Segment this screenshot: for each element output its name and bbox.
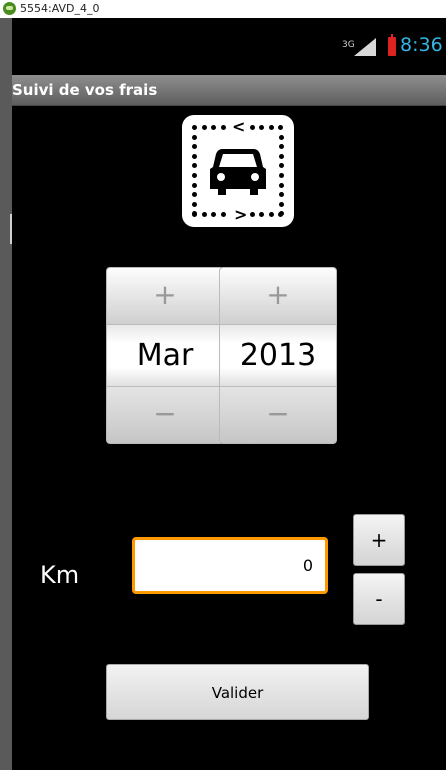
border-dot (279, 144, 284, 150)
window-titlebar: 5554:AVD_4_0 (0, 0, 446, 18)
border-dot (279, 134, 284, 140)
device: 3G 8:36 Suivi de vos frais < > + Mar − +… (0, 18, 446, 770)
device-screen: 3G 8:36 Suivi de vos frais < > + Mar − +… (12, 18, 446, 770)
border-dot (249, 125, 255, 130)
km-increment-button[interactable]: + (353, 514, 405, 566)
border-dot (259, 212, 265, 217)
month-increment-button[interactable]: + (106, 267, 224, 325)
border-dot (268, 212, 274, 217)
border-dot (192, 163, 197, 169)
border-dot (192, 134, 197, 140)
emulator-window: 5554:AVD_4_0 3G 8:36 Suivi de vos frais … (0, 0, 446, 770)
minus-icon: − (266, 397, 290, 430)
status-clock: 8:36 (400, 34, 443, 56)
validate-button[interactable]: Valider (106, 664, 369, 720)
border-dot (279, 163, 284, 169)
signal-icon (354, 38, 376, 56)
car-logo: < > (182, 115, 294, 227)
border-dot (259, 125, 265, 130)
border-dot (249, 212, 255, 217)
minus-icon: − (153, 397, 177, 430)
border-dot (220, 212, 226, 217)
battery-icon (388, 34, 396, 56)
border-dot (279, 153, 284, 159)
action-bar: Suivi de vos frais (12, 75, 446, 106)
year-value[interactable]: 2013 (219, 325, 337, 386)
year-picker: + 2013 − (219, 267, 337, 444)
border-dot (192, 173, 197, 178)
border-dot (279, 182, 284, 188)
arrow-right-icon: > (234, 205, 248, 224)
border-dot (192, 144, 197, 150)
plus-icon: + (153, 278, 177, 311)
border-dot (211, 212, 217, 217)
month-picker: + Mar − (106, 267, 224, 444)
device-frame (0, 18, 13, 770)
km-input[interactable] (132, 537, 328, 594)
month-value[interactable]: Mar (106, 325, 224, 386)
app-title: Suivi de vos frais (12, 81, 158, 99)
border-dot (279, 192, 284, 198)
border-dot (279, 173, 284, 178)
year-decrement-button[interactable]: − (219, 386, 337, 444)
border-dot (201, 125, 207, 130)
plus-icon: + (266, 278, 290, 311)
window-title: 5554:AVD_4_0 (20, 2, 100, 15)
android-emulator-icon (3, 2, 16, 15)
border-dot (279, 201, 284, 207)
border-dot (192, 201, 197, 207)
car-icon (210, 149, 266, 195)
km-decrement-button[interactable]: - (353, 573, 405, 625)
border-dot (201, 212, 207, 217)
border-dot (192, 153, 197, 159)
border-dot (268, 125, 274, 130)
year-increment-button[interactable]: + (219, 267, 337, 325)
border-dot (278, 125, 284, 130)
border-dot (192, 192, 197, 198)
month-decrement-button[interactable]: − (106, 386, 224, 444)
km-label: Km (40, 561, 80, 589)
border-dot (192, 182, 197, 188)
status-bar: 3G 8:36 (12, 18, 446, 68)
border-dot (279, 211, 284, 217)
border-dot (220, 125, 226, 130)
network-type: 3G (342, 40, 355, 50)
arrow-left-icon: < (232, 117, 246, 136)
border-dot (211, 125, 217, 130)
border-dot (192, 125, 197, 130)
